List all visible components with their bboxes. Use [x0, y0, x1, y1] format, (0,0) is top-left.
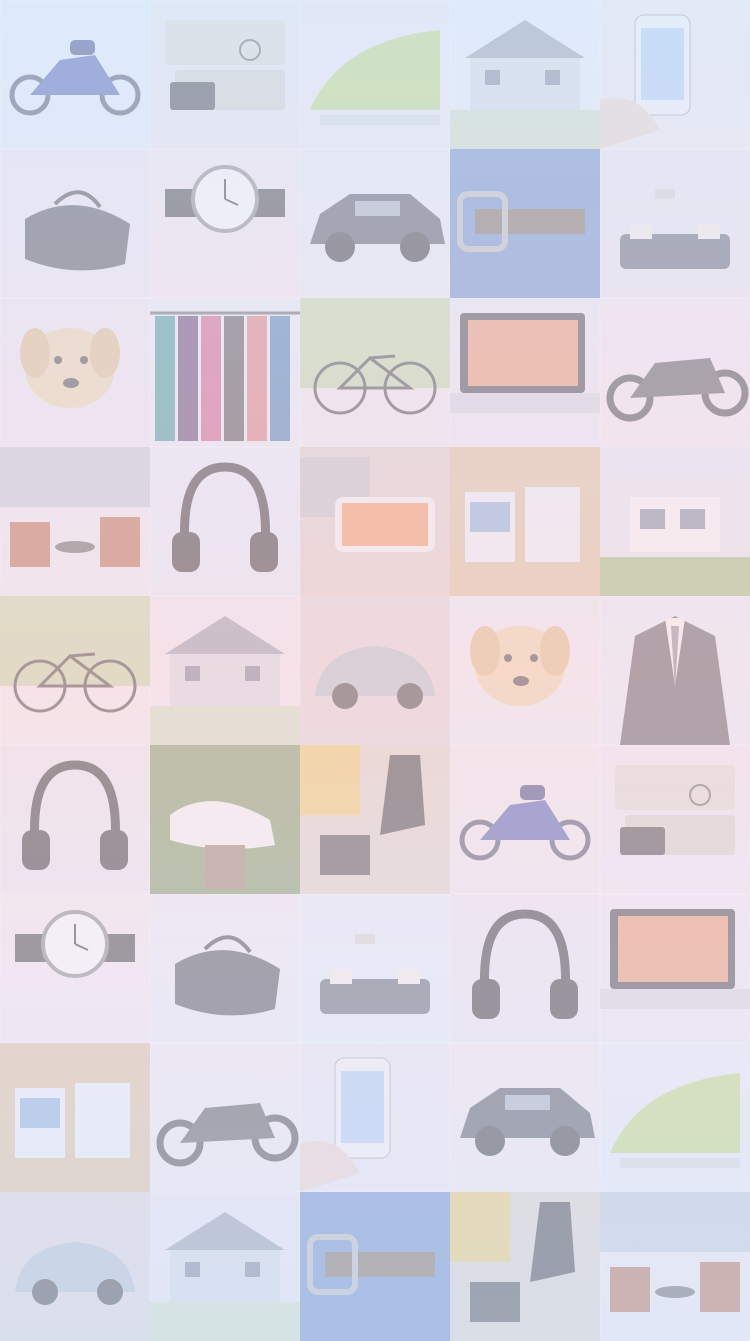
collage-photo-sofa-room [600, 149, 750, 298]
collage-photo-steam-iron [600, 1043, 750, 1192]
collage-photo-bicycle [300, 298, 450, 447]
collage-photo-boots [300, 745, 450, 894]
background-photo-collage [0, 0, 750, 1341]
collage-photo-sofa-room [300, 894, 450, 1043]
collage-photo-car [300, 149, 450, 298]
collage-photo-bedroom [450, 447, 600, 596]
collage-photo-books-glasses [600, 745, 750, 894]
collage-photo-headphones [450, 894, 600, 1043]
collage-photo-vw-beetle [0, 1192, 150, 1341]
collage-photo-suit [600, 596, 750, 745]
collage-photo-motorcycle-cafe [150, 1043, 300, 1192]
collage-photo-motorcycle [450, 745, 600, 894]
collage-photo-motorcycle-cafe [600, 298, 750, 447]
collage-photo-dog [0, 298, 150, 447]
collage-photo-patio-chairs [0, 447, 150, 596]
collage-photo-dog [450, 596, 600, 745]
collage-photo-wristwatch [150, 149, 300, 298]
collage-photo-belt-buckle [300, 1192, 450, 1341]
collage-photo-phone-keyboard [300, 447, 450, 596]
collage-photo-house [150, 1192, 300, 1341]
collage-photo-car [450, 1043, 600, 1192]
collage-photo-steam-iron [300, 0, 450, 149]
collage-photo-duffel-bag [0, 149, 150, 298]
collage-photo-smartphone-hand [300, 1043, 450, 1192]
collage-photo-sneakers [150, 745, 300, 894]
collage-photo-house [150, 596, 300, 745]
collage-photo-boots [450, 1192, 600, 1341]
collage-photo-laptop [600, 894, 750, 1043]
collage-photo-modern-house [600, 447, 750, 596]
collage-photo-bedroom [0, 1043, 150, 1192]
collage-photo-vw-beetle [300, 596, 450, 745]
collage-photo-belt-buckle [450, 149, 600, 298]
collage-photo-clothes-rack [150, 298, 300, 447]
collage-photo-laptop [450, 298, 600, 447]
collage-photo-headphones [150, 447, 300, 596]
collage-photo-books-glasses [150, 0, 300, 149]
collage-photo-bicycle [0, 596, 150, 745]
collage-photo-patio-chairs [600, 1192, 750, 1341]
collage-photo-duffel-bag [150, 894, 300, 1043]
collage-photo-motorcycle [0, 0, 150, 149]
collage-photo-wristwatch [0, 894, 150, 1043]
collage-photo-headphones [0, 745, 150, 894]
collage-photo-smartphone-hand [600, 0, 750, 149]
collage-photo-house [450, 0, 600, 149]
